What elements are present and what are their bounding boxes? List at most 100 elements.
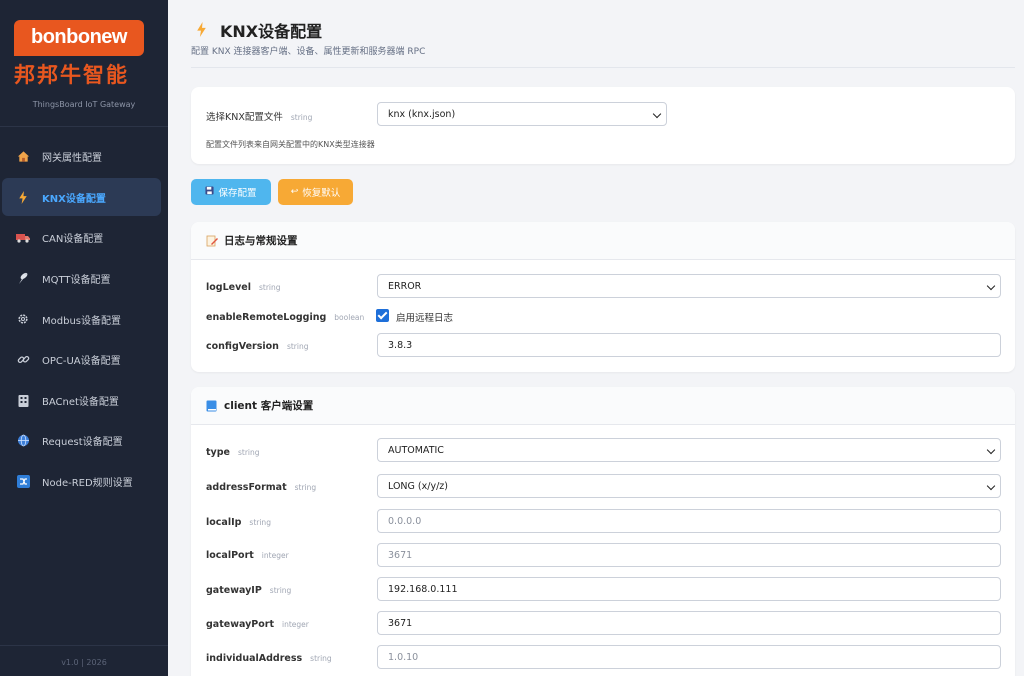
client-settings-card: client 客户端设置 type string AUTOMATIC addre…	[191, 387, 1015, 676]
type-hint: string	[249, 518, 271, 527]
field-name: enableRemoteLogging	[206, 312, 327, 323]
field-label-enableremotelogging: enableRemoteLogging boolean	[206, 312, 364, 323]
sidebar-item-label: Request设备配置	[42, 436, 123, 448]
loglevel-select[interactable]: ERROR	[377, 274, 1001, 298]
field-label-configversion: configVersion string	[206, 341, 308, 352]
save-button-label: 保存配置	[218, 188, 257, 199]
sidebar: bonbonew 邦邦牛智能 ThingsBoard IoT Gateway 网…	[0, 0, 168, 676]
client-settings-header: client 客户端设置	[191, 387, 1015, 425]
config-file-label-text: 选择KNX配置文件	[206, 112, 283, 123]
save-button[interactable]: 保存配置	[191, 179, 271, 205]
sidebar-item-nodered[interactable]: Node-RED规则设置	[2, 462, 161, 500]
sidebar-item-modbus[interactable]: Modbus设备配置	[2, 300, 161, 338]
lightning-icon	[196, 22, 210, 38]
type-hint: integer	[282, 620, 309, 629]
config-file-help: 配置文件列表来自网关配置中的KNX类型连接器	[206, 140, 375, 149]
field-name: configVersion	[206, 341, 279, 352]
client-settings-title: client 客户端设置	[224, 400, 314, 412]
type-hint: integer	[261, 551, 289, 560]
address-format-select[interactable]: LONG (x/y/z)	[377, 474, 1001, 498]
log-settings-header: 日志与常规设置	[191, 222, 1015, 260]
type-hint: string	[310, 654, 332, 663]
lightning-icon	[16, 190, 30, 204]
field-name: addressFormat	[206, 482, 287, 493]
reset-button[interactable]: ↩ 恢复默认	[278, 179, 353, 205]
sidebar-item-label: Node-RED规则设置	[42, 477, 133, 489]
field-label-localip: localIp string	[206, 517, 271, 528]
brand-subtitle: ThingsBoard IoT Gateway	[32, 100, 136, 109]
config-file-card: 选择KNX配置文件 string knx (knx.json) 配置文件列表来自…	[191, 87, 1015, 164]
field-name: gatewayPort	[206, 619, 274, 630]
sidebar-item-gateway[interactable]: 网关属性配置	[2, 137, 161, 175]
remote-logging-label: 启用远程日志	[396, 313, 454, 324]
local-ip-input[interactable]: 0.0.0.0	[377, 509, 1001, 533]
type-hint: string	[237, 448, 260, 457]
field-name: type	[206, 447, 230, 458]
page-title-text: KNX设备配置	[220, 22, 323, 41]
gateway-port-input[interactable]: 3671	[377, 611, 1001, 635]
field-name: localPort	[206, 550, 254, 561]
field-name: localIp	[206, 517, 242, 528]
sidebar-item-opcua[interactable]: OPC-UA设备配置	[2, 340, 161, 378]
sidebar-item-can[interactable]: CAN设备配置	[2, 218, 161, 256]
sidebar-item-request[interactable]: Request设备配置	[2, 421, 161, 459]
brand-name-cn: 邦邦牛智能	[14, 63, 129, 87]
antenna-icon	[16, 271, 30, 285]
type-hint: string	[269, 586, 292, 595]
field-label-type: type string	[206, 447, 260, 458]
home-icon	[16, 149, 30, 163]
individual-address-input[interactable]: 1.0.10	[377, 645, 1001, 669]
field-label-gatewayport: gatewayPort integer	[206, 619, 309, 630]
field-label-gatewayip: gatewayIP string	[206, 585, 291, 596]
sidebar-divider	[0, 126, 168, 127]
log-settings-title: 日志与常规设置	[224, 235, 298, 247]
truck-icon	[16, 230, 30, 244]
type-hint: boolean	[334, 313, 365, 322]
version-text: v1.0 | 2026	[61, 658, 107, 667]
sidebar-item-label: BACnet设备配置	[42, 396, 119, 408]
sidebar-item-bacnet[interactable]: BACnet设备配置	[2, 381, 161, 419]
sidebar-item-label: OPC-UA设备配置	[42, 355, 121, 367]
type-hint: string	[294, 483, 317, 492]
remote-logging-checkbox[interactable]	[376, 309, 389, 322]
client-type-select[interactable]: AUTOMATIC	[377, 438, 1001, 462]
gateway-ip-input[interactable]: 192.168.0.111	[377, 577, 1001, 601]
field-name: gatewayIP	[206, 585, 262, 596]
building-icon	[16, 393, 30, 407]
sidebar-item-label: KNX设备配置	[42, 193, 106, 205]
field-label-addressformat: addressFormat string	[206, 482, 316, 493]
sidebar-footer-divider	[0, 645, 168, 646]
sidebar-item-knx[interactable]: KNX设备配置	[2, 178, 161, 216]
sidebar-item-label: CAN设备配置	[42, 233, 104, 245]
field-label-loglevel: logLevel string	[206, 282, 281, 293]
shuffle-icon	[16, 474, 30, 488]
config-file-label: 选择KNX配置文件 string	[206, 109, 312, 123]
link-icon	[16, 352, 30, 366]
sidebar-item-label: MQTT设备配置	[42, 274, 111, 286]
configversion-input[interactable]: 3.8.3	[377, 333, 1001, 357]
brand-logo-text: bonbonew	[31, 26, 127, 48]
undo-icon: ↩	[290, 187, 299, 197]
globe-icon	[16, 433, 30, 447]
book-icon	[206, 400, 218, 412]
field-label-individualaddress: individualAddress string	[206, 653, 332, 664]
floppy-icon	[205, 186, 215, 198]
field-name: logLevel	[206, 282, 251, 293]
page-title: KNX设备配置	[196, 18, 322, 42]
type-hint: string	[286, 342, 309, 351]
gear-icon	[16, 312, 30, 326]
type-hint: string	[258, 283, 281, 292]
header-divider	[191, 67, 1015, 68]
brand-logo: bonbonew	[14, 20, 144, 56]
field-label-localport: localPort integer	[206, 550, 289, 561]
sidebar-item-mqtt[interactable]: MQTT设备配置	[2, 259, 161, 297]
sidebar-item-label: 网关属性配置	[42, 152, 102, 164]
log-settings-card: 日志与常规设置 logLevel string ERROR enableRemo…	[191, 222, 1015, 372]
reset-button-label: 恢复默认	[302, 188, 341, 199]
sidebar-item-label: Modbus设备配置	[42, 315, 121, 327]
local-port-input[interactable]: 3671	[377, 543, 1001, 567]
config-file-select[interactable]: knx (knx.json)	[377, 102, 667, 126]
memo-icon	[206, 235, 218, 247]
field-name: individualAddress	[206, 653, 303, 664]
page-subtitle: 配置 KNX 连接器客户端、设备、属性更新和服务器端 RPC	[191, 47, 426, 57]
